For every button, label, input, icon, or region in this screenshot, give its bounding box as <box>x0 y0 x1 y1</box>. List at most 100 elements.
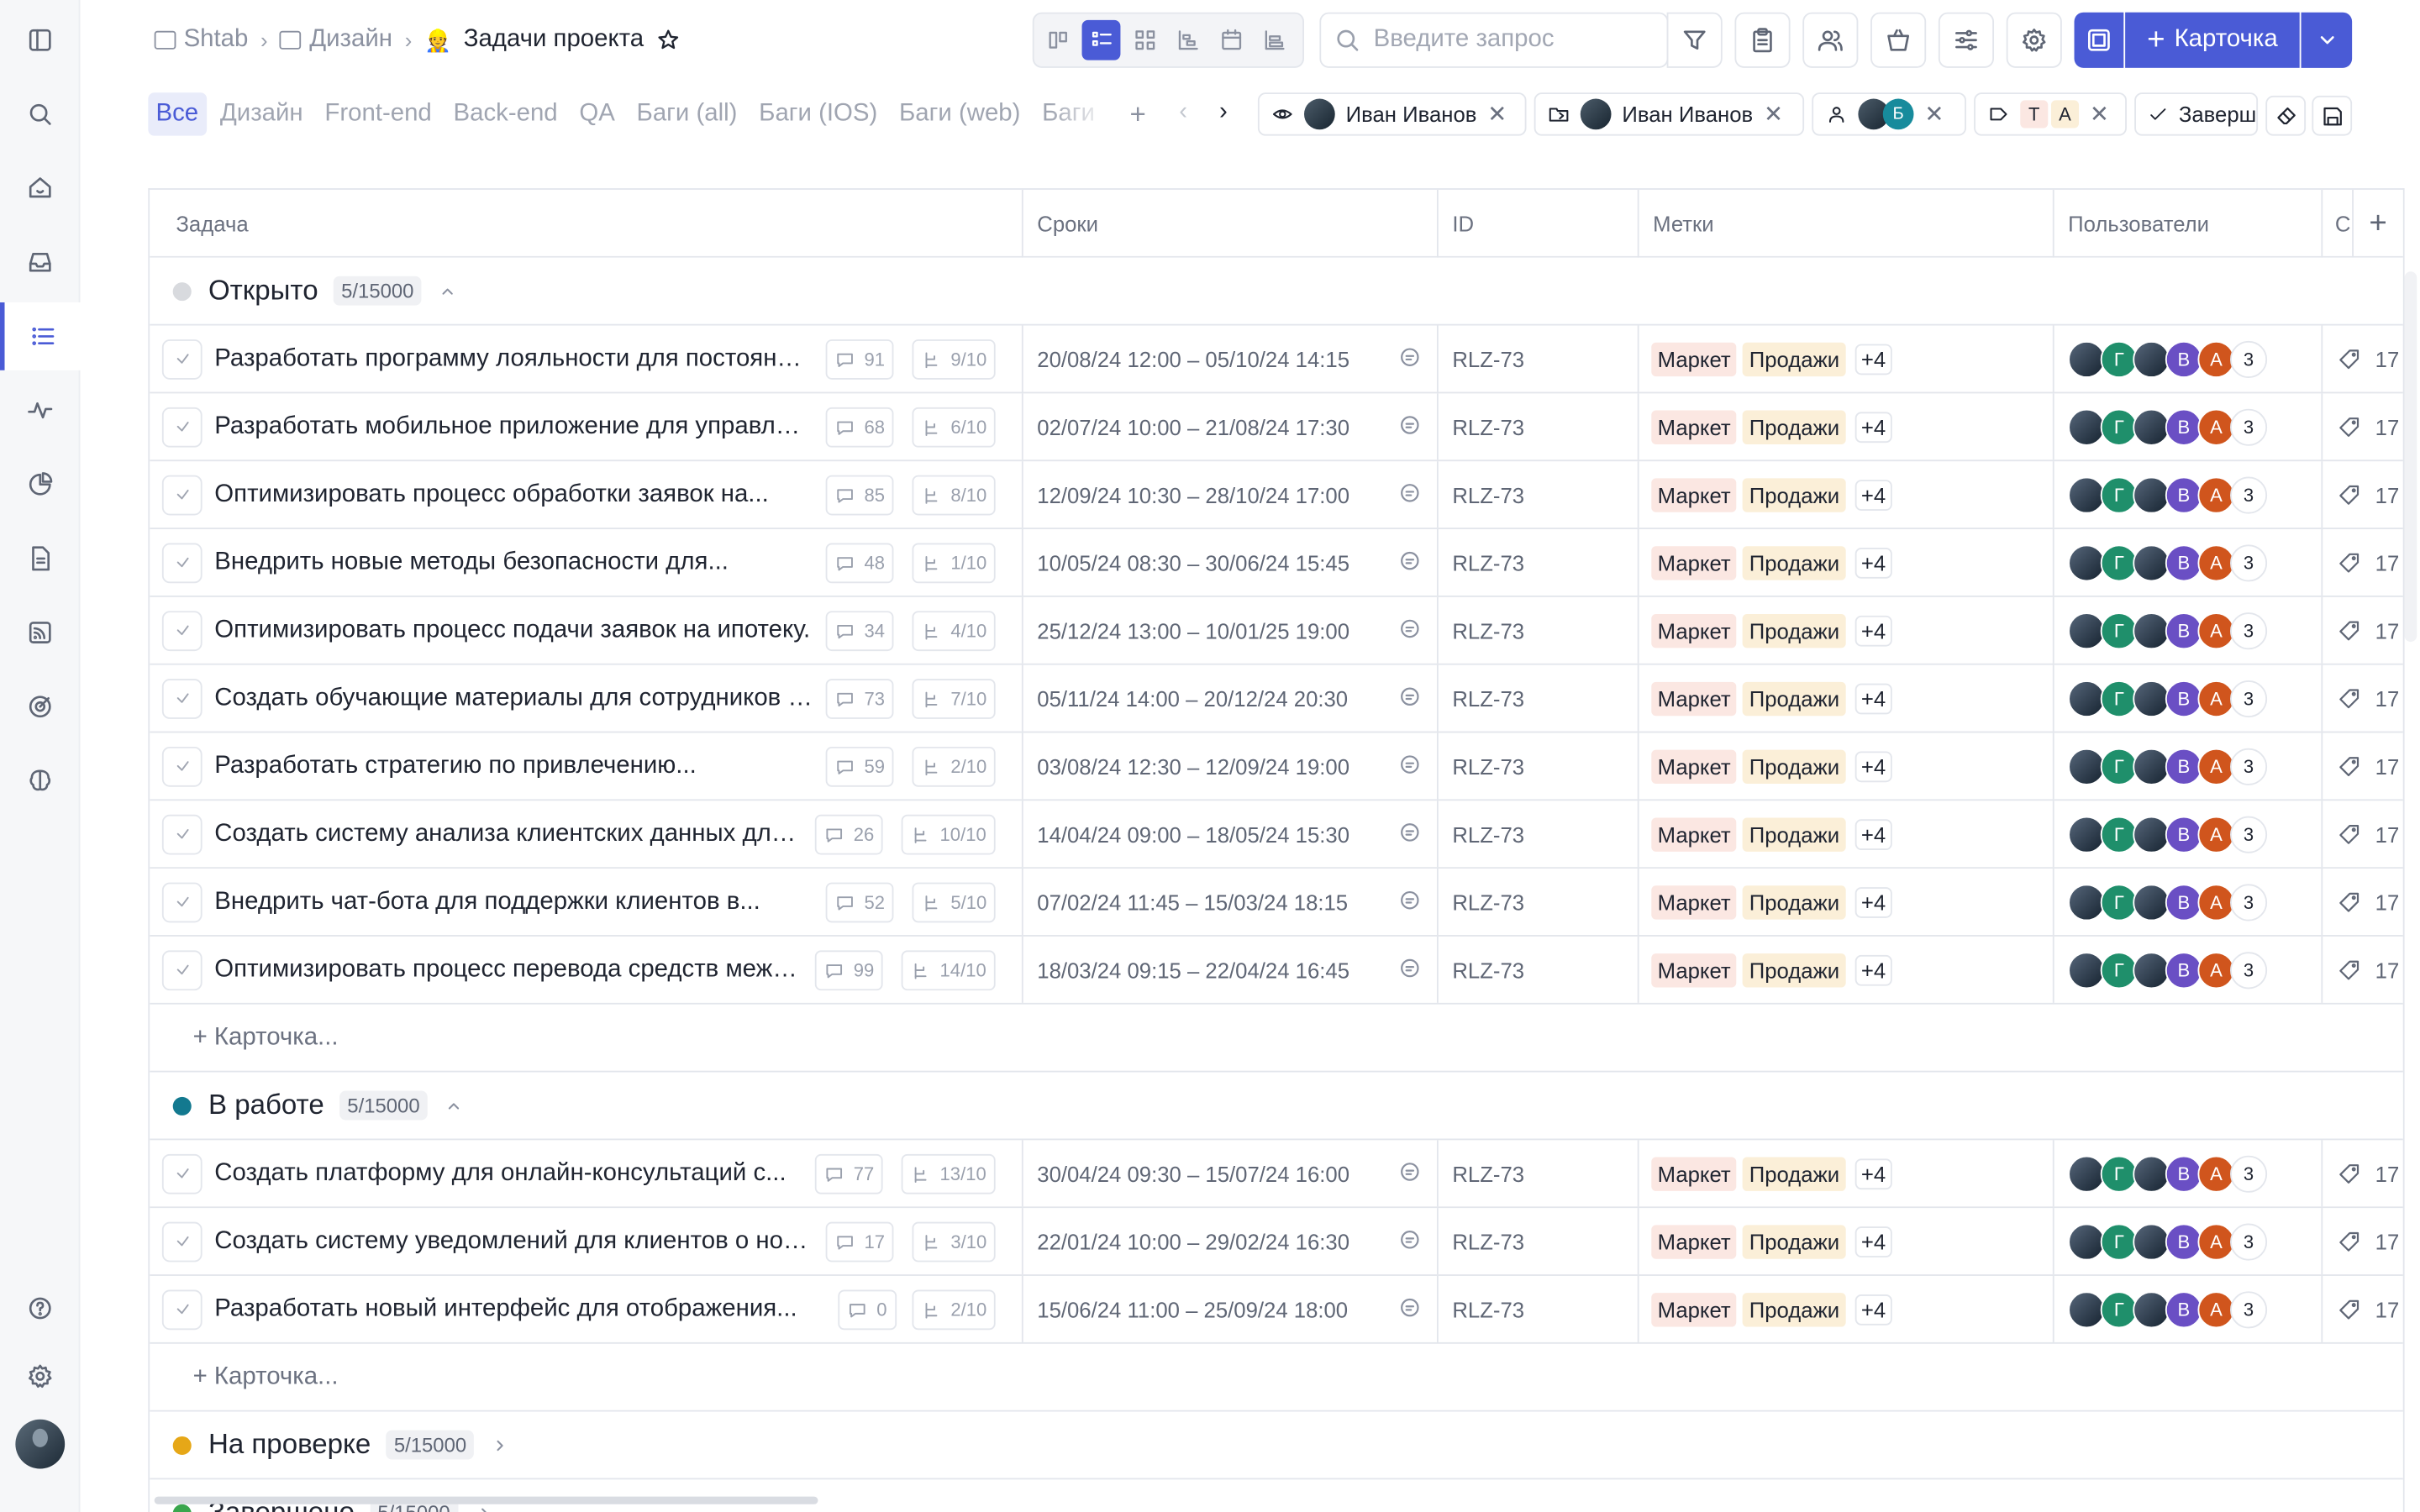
subtasks-badge[interactable]: 8/10 <box>912 475 997 516</box>
task-title[interactable]: Создать систему анализа клиентских данны… <box>214 820 802 848</box>
dates-cell[interactable]: 20/08/24 12:00 – 05/10/24 14:15 <box>1023 325 1439 392</box>
save-filters-button[interactable] <box>2312 95 2353 136</box>
subtasks-badge[interactable]: 9/10 <box>912 339 997 380</box>
complete-checkbox[interactable] <box>161 949 203 990</box>
chevron-up-icon[interactable] <box>437 280 459 302</box>
labels-cell[interactable]: Маркет Продажи +4 <box>1639 732 2054 800</box>
labels-more[interactable]: +4 <box>1854 1226 1892 1257</box>
subtasks-badge[interactable]: 5/10 <box>912 882 997 923</box>
dates-cell[interactable]: 22/01/24 10:00 – 29/02/24 16:30 <box>1023 1208 1439 1275</box>
complete-checkbox[interactable] <box>161 406 203 447</box>
chevron-right-icon[interactable]: › <box>1219 99 1228 127</box>
extra-cell[interactable]: 17 <box>2323 1208 2403 1274</box>
create-menu-button[interactable] <box>2301 12 2353 68</box>
search-input[interactable] <box>1373 26 1652 55</box>
add-card-button[interactable]: + Карточка... <box>150 1005 2403 1073</box>
archive-button[interactable] <box>1870 12 1927 68</box>
task-title[interactable]: Создать обучающие материалы для сотрудни… <box>214 685 813 712</box>
dates-cell[interactable]: 15/06/24 11:00 – 25/09/24 18:00 <box>1023 1275 1439 1342</box>
complete-checkbox[interactable] <box>161 339 203 379</box>
id-cell[interactable]: RLZ-73 <box>1439 732 1639 800</box>
complete-checkbox[interactable] <box>161 881 203 922</box>
subtasks-badge[interactable]: 2/10 <box>912 1289 997 1331</box>
table-row[interactable]: Внедрить новые методы безопасности для..… <box>150 528 2403 597</box>
labels-cell[interactable]: Маркет Продажи +4 <box>1639 393 2054 460</box>
task-title[interactable]: Создать систему уведомлений для клиентов… <box>214 1227 813 1255</box>
extra-cell[interactable]: 17 <box>2323 869 2403 935</box>
complete-checkbox[interactable] <box>161 610 203 651</box>
id-cell[interactable]: RLZ-73 <box>1439 664 1639 732</box>
tab-7[interactable]: Баги (web) <box>892 92 1028 135</box>
labels-more[interactable]: +4 <box>1854 411 1892 443</box>
user-avatar[interactable] <box>15 1419 66 1469</box>
subtasks-badge[interactable]: 6/10 <box>912 407 997 448</box>
chat-icon[interactable] <box>1398 345 1422 369</box>
labels-cell[interactable]: Маркет Продажи +4 <box>1639 596 2054 664</box>
subtasks-badge[interactable]: 7/10 <box>912 679 997 719</box>
dates-cell[interactable]: 30/04/24 09:30 – 15/07/24 16:00 <box>1023 1140 1439 1207</box>
vertical-scrollbar[interactable] <box>2404 271 2417 643</box>
labels-cell[interactable]: Маркет Продажи +4 <box>1639 1208 2054 1275</box>
activity-icon[interactable] <box>0 376 81 444</box>
users-cell[interactable]: ГВА3 <box>2054 869 2323 936</box>
tasks-list-icon[interactable] <box>0 302 81 370</box>
comments-badge[interactable]: 34 <box>825 611 895 652</box>
comments-badge[interactable]: 91 <box>825 339 895 380</box>
table-row[interactable]: Оптимизировать процесс перевода средств … <box>150 936 2403 1005</box>
task-title[interactable]: Оптимизировать процесс перевода средств … <box>214 956 802 984</box>
chart-pie-icon[interactable] <box>0 450 81 518</box>
extra-cell[interactable]: 17 <box>2323 801 2403 867</box>
comments-badge[interactable]: 99 <box>814 950 884 991</box>
labels-more[interactable]: +4 <box>1854 614 1892 646</box>
comments-badge[interactable]: 52 <box>825 882 895 923</box>
users-more-count[interactable]: 3 <box>2230 1222 2268 1260</box>
chat-icon[interactable] <box>1398 753 1422 776</box>
users-more-count[interactable]: 3 <box>2230 339 2268 378</box>
subtasks-badge[interactable]: 1/10 <box>912 543 997 584</box>
complete-checkbox[interactable] <box>161 813 203 854</box>
view-settings-button[interactable] <box>1938 12 1995 68</box>
chat-icon[interactable] <box>1398 957 1422 980</box>
labels-cell[interactable]: Маркет Продажи +4 <box>1639 664 2054 732</box>
labels-more[interactable]: +4 <box>1854 479 1892 511</box>
group-header[interactable]: Открыто 5/15000 <box>150 257 2403 326</box>
goal-icon[interactable] <box>0 673 81 741</box>
filter-chip-watcher[interactable]: Иван Иванов ✕ <box>1257 92 1527 136</box>
chat-icon[interactable] <box>1398 617 1422 641</box>
extra-cell[interactable]: 17 <box>2323 597 2403 664</box>
search-icon[interactable] <box>0 81 81 149</box>
subtasks-badge[interactable]: 10/10 <box>901 814 996 855</box>
complete-checkbox[interactable] <box>161 1221 203 1262</box>
table-row[interactable]: Оптимизировать процесс подачи заявок на … <box>150 596 2403 665</box>
project-settings-button[interactable] <box>2006 12 2062 68</box>
calendar-view-icon[interactable] <box>1212 20 1250 60</box>
labels-more[interactable]: +4 <box>1854 818 1892 850</box>
column-header-id[interactable]: ID <box>1439 189 1639 258</box>
table-row[interactable]: Разработать новый интерфейс для отображе… <box>150 1275 2403 1344</box>
labels-cell[interactable]: Маркет Продажи +4 <box>1639 461 2054 528</box>
users-cell[interactable]: ГВА3 <box>2054 732 2323 800</box>
close-icon[interactable]: ✕ <box>1924 100 1944 128</box>
column-header-task[interactable]: Задача <box>150 189 1023 258</box>
labels-cell[interactable]: Маркет Продажи +4 <box>1639 869 2054 936</box>
complete-checkbox[interactable] <box>161 542 203 583</box>
tab-6[interactable]: Баги (IOS) <box>751 92 886 135</box>
dates-cell[interactable]: 12/09/24 10:30 – 28/10/24 17:00 <box>1023 461 1439 528</box>
users-more-count[interactable]: 3 <box>2230 543 2268 581</box>
users-cell[interactable]: ГВА3 <box>2054 664 2323 732</box>
subtasks-badge[interactable]: 14/10 <box>901 950 996 991</box>
group-header[interactable]: На проверке 5/15000 <box>150 1411 2403 1480</box>
id-cell[interactable]: RLZ-73 <box>1439 1140 1639 1207</box>
chevron-up-icon[interactable] <box>443 1095 465 1116</box>
users-cell[interactable]: ГВА3 <box>2054 1140 2323 1207</box>
complete-checkbox[interactable] <box>161 1289 203 1330</box>
dates-cell[interactable]: 03/08/24 12:30 – 12/09/24 19:00 <box>1023 732 1439 800</box>
timeline-view-icon[interactable] <box>1255 20 1293 60</box>
sidebar-toggle-icon[interactable] <box>0 6 81 74</box>
chevron-right-icon[interactable] <box>490 1434 512 1456</box>
users-cell[interactable]: ГВА3 <box>2054 1275 2323 1342</box>
filter-chip-assignee[interactable]: Б ✕ <box>1812 92 1966 136</box>
chat-icon[interactable] <box>1398 1296 1422 1320</box>
id-cell[interactable]: RLZ-73 <box>1439 461 1639 528</box>
users-more-count[interactable]: 3 <box>2230 951 2268 989</box>
